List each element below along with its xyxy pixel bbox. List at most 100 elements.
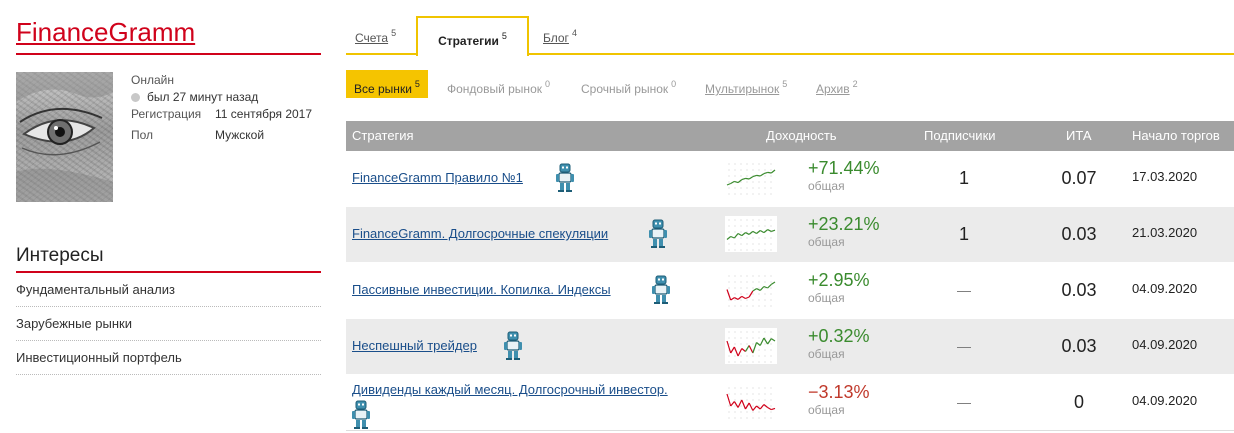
sparkline-segment [726, 182, 731, 186]
filter-count: 0 [671, 79, 677, 89]
sparkline-grid-dot [740, 181, 742, 183]
filter-count: 5 [414, 79, 420, 89]
sparkline-grid-dot [770, 287, 772, 289]
sparkline-grid-dot [734, 387, 736, 389]
sparkline-grid-dot [770, 281, 772, 283]
sparkline-grid-dot [770, 181, 772, 183]
subscribers-count: — [957, 338, 971, 354]
sparkline-grid-dot [734, 411, 736, 413]
sparkline-grid-dot [764, 181, 766, 183]
sparkline-segment [741, 232, 746, 237]
last-seen-text: был 27 минут назад [147, 90, 259, 104]
sparkline-grid-dot [740, 343, 742, 345]
sparkline-grid-dot [752, 343, 754, 345]
sparkline-grid-dot [740, 417, 742, 419]
status-dot-icon [131, 93, 140, 102]
sparkline-grid-dot [734, 343, 736, 345]
sparkline-grid-dot [740, 231, 742, 233]
sparkline-grid-dot [764, 275, 766, 277]
table-body: FinanceGramm Правило №1 +71.44% общая 1 … [346, 151, 1234, 431]
robot-icon [648, 219, 668, 249]
interest-item[interactable]: Фундаментальный анализ [16, 273, 321, 307]
sparkline-grid-dot [752, 243, 754, 245]
tab-blog[interactable]: Блог 4 [543, 16, 577, 55]
filter-all-markets[interactable]: Все рынки 5 [346, 70, 428, 98]
sparkline-segment [771, 407, 776, 411]
table-row: Пассивные инвестиции. Копилка. Индексы +… [346, 263, 1234, 319]
sparkline-grid-dot [746, 219, 748, 221]
sparkline-grid-dot [734, 163, 736, 165]
sparkline-grid-dot [734, 337, 736, 339]
subscribers-count: — [957, 394, 971, 410]
sparkline-segment [733, 401, 739, 408]
sparkline-grid-dot [728, 169, 730, 171]
sparkline-grid-dot [752, 281, 754, 283]
tab-strategies[interactable]: Стратегии 5 [416, 16, 529, 56]
sparkline-grid-dot [728, 305, 730, 307]
sparkline-grid-dot [764, 281, 766, 283]
return-label: общая [808, 179, 845, 193]
filter-archive[interactable]: Архив 2 [816, 70, 858, 98]
sparkline-grid-dot [746, 387, 748, 389]
sparkline-grid-dot [758, 331, 760, 333]
gender-label: Пол [131, 128, 154, 142]
sparkline-segment [767, 283, 772, 289]
interest-item[interactable]: Инвестиционный портфель [16, 341, 321, 375]
sparkline-segment [752, 288, 757, 292]
profile-name-link[interactable]: FinanceGramm [16, 16, 195, 48]
strategy-link[interactable]: FinanceGramm Правило №1 [352, 170, 523, 185]
sparkline-segment [745, 177, 750, 180]
sparkline-grid-dot [740, 281, 742, 283]
filter-label: Фондовый рынок [447, 82, 542, 96]
sparkline-grid-dot [770, 349, 772, 351]
sparkline-grid-dot [746, 249, 748, 251]
gender-value: Мужской [215, 128, 265, 142]
sparkline-grid-dot [740, 249, 742, 251]
sparkline-grid-dot [728, 231, 730, 233]
online-status: Онлайн [131, 72, 312, 89]
sparkline-segment [756, 288, 761, 291]
sparkline-grid-dot [734, 293, 736, 295]
sparkline-grid-dot [752, 237, 754, 239]
registration-label: Регистрация [131, 107, 202, 121]
tab-accounts-count: 5 [391, 28, 397, 38]
filter-multi-market[interactable]: Мультирынок 5 [705, 70, 787, 98]
sparkline-grid-dot [770, 237, 772, 239]
interest-item[interactable]: Зарубежные рынки [16, 307, 321, 341]
sparkline-grid-dot [740, 299, 742, 301]
sparkline-grid-dot [734, 417, 736, 419]
return-value: +0.32% [808, 326, 870, 346]
robot-icon [651, 275, 671, 305]
sparkline-grid-dot [746, 231, 748, 233]
sparkline-segment [745, 232, 750, 235]
sparkline-grid-dot [764, 219, 766, 221]
avatar[interactable] [16, 72, 113, 202]
sparkline-grid-dot [740, 293, 742, 295]
sparkline-grid-dot [734, 393, 736, 395]
start-date: 21.03.2020 [1132, 225, 1198, 240]
sparkline-grid-dot [728, 361, 730, 363]
sparkline-segment [748, 402, 754, 411]
robot-icon [351, 400, 371, 430]
strategy-link[interactable]: Пассивные инвестиции. Копилка. Индексы [352, 282, 611, 297]
sparkline-grid-dot [752, 275, 754, 277]
sparkline-segment [741, 295, 746, 300]
sparkline-grid-dot [770, 275, 772, 277]
sparkline-grid-dot [752, 299, 754, 301]
sparkline-grid-dot [752, 187, 754, 189]
sparkline-grid-dot [770, 249, 772, 251]
sparkline-grid-dot [734, 219, 736, 221]
sparkline-grid-dot [728, 337, 730, 339]
sparkline-grid-dot [728, 219, 730, 221]
sparkline-chart [725, 216, 777, 252]
sparkline-grid-dot [752, 393, 754, 395]
sparkline-grid-dot [728, 299, 730, 301]
sparkline-grid-dot [746, 281, 748, 283]
strategy-link[interactable]: FinanceGramm. Долгосрочные спекуляции [352, 226, 608, 241]
sparkline-grid-dot [770, 337, 772, 339]
sparkline-segment [737, 232, 743, 237]
tab-accounts[interactable]: Счета 5 [355, 16, 396, 55]
table-row: FinanceGramm. Долгосрочные спекуляции +2… [346, 207, 1234, 263]
strategy-link[interactable]: Дивиденды каждый месяц. Долгосрочный инв… [352, 382, 668, 397]
strategy-link[interactable]: Неспешный трейдер [352, 338, 477, 353]
